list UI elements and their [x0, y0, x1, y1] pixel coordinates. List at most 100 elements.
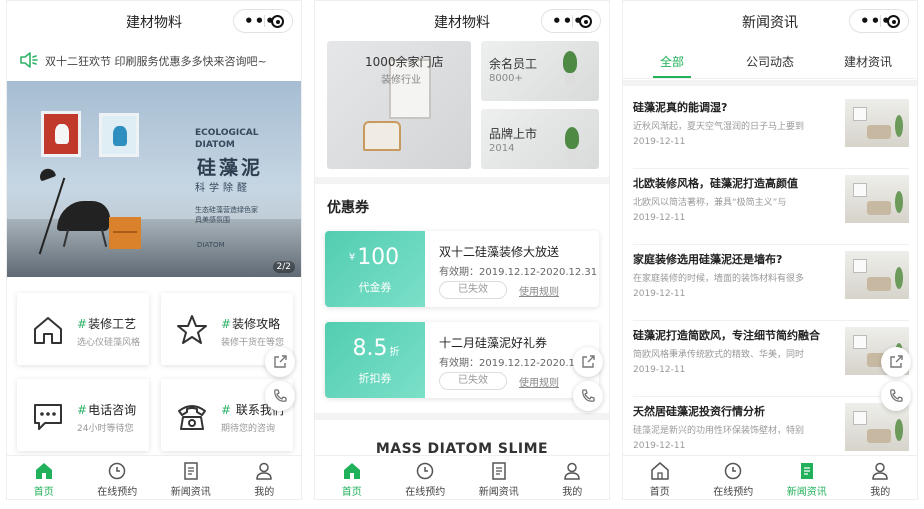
- close-miniprogram-icon[interactable]: [271, 15, 284, 28]
- nav-bar: 建材物料 •••: [7, 1, 301, 41]
- coupon-status-button[interactable]: 已失效: [439, 281, 507, 299]
- tab-home[interactable]: 首页: [315, 456, 389, 499]
- tab-booking[interactable]: 在线预约: [389, 456, 463, 499]
- banner-carousel[interactable]: ECOLOGICAL DIATOM 硅藻泥 科学除醛 生态硅藻营造绿色家 具美感…: [7, 81, 301, 277]
- stat-card-listed[interactable]: 品牌上市 2014: [481, 109, 599, 169]
- banner-en-line2: DIATOM: [195, 140, 235, 150]
- home-icon: [343, 463, 360, 479]
- telephone-icon: [178, 405, 206, 430]
- coupon-suffix: 折: [389, 347, 400, 358]
- share-icon: [274, 355, 287, 368]
- news-screen: 新闻资讯 ••• 全部 公司动态 建材资讯 硅藻泥真的能调湿? 近秋风渐起，夏天…: [622, 0, 918, 500]
- news-date: 2019-12-11: [633, 213, 686, 223]
- tab-home[interactable]: 首页: [7, 456, 81, 499]
- nav-bar: 建材物料 •••: [315, 1, 609, 41]
- clock-icon: [109, 462, 126, 480]
- capsule-divider: [880, 15, 881, 27]
- stat-card-staff[interactable]: 余名员工 8000+: [481, 41, 599, 101]
- tab-news[interactable]: 新闻资讯: [154, 456, 228, 499]
- news-title: 天然居硅藻泥投资行情分析: [633, 405, 765, 418]
- tab-booking[interactable]: 在线预约: [81, 456, 155, 499]
- menu-decoration-craft[interactable]: #装修工艺 选心仪硅藻风格: [17, 293, 149, 365]
- close-miniprogram-icon[interactable]: [887, 15, 900, 28]
- close-miniprogram-icon[interactable]: [579, 15, 592, 28]
- stat-subtitle: 装修行业: [381, 75, 421, 86]
- news-category-tabs: 全部 公司动态 建材资讯: [623, 41, 917, 79]
- tab-news[interactable]: 新闻资讯: [462, 456, 536, 499]
- call-button[interactable]: [265, 381, 295, 411]
- tab-booking[interactable]: 在线预约: [697, 456, 771, 499]
- coupon-name: 双十二硅藻装修大放送: [439, 245, 560, 259]
- stat-subtitle: 2014: [489, 143, 515, 154]
- share-button[interactable]: [265, 347, 295, 377]
- menu-title: #电话咨询: [77, 403, 137, 417]
- tab-home[interactable]: 首页: [623, 456, 697, 499]
- speaker-icon: [20, 52, 38, 68]
- share-button[interactable]: [573, 347, 603, 377]
- tab-bar: 首页 在线预约 新闻资讯 我的: [315, 455, 609, 499]
- notice-bar[interactable]: 双十二狂欢节 印刷服务优惠多多快来咨询吧~: [7, 41, 301, 79]
- share-icon: [582, 355, 595, 368]
- call-button[interactable]: [881, 381, 911, 411]
- share-button[interactable]: [881, 347, 911, 377]
- tab-company-news[interactable]: 公司动态: [721, 41, 819, 78]
- user-icon: [872, 462, 889, 480]
- menu-phone-consult[interactable]: #电话咨询 24小时等待您: [17, 379, 149, 451]
- news-icon: [800, 463, 813, 479]
- news-summary: 在家庭装修的时候，墙面的装饰材料有很多: [633, 274, 805, 284]
- stat-title: 品牌上市: [489, 127, 538, 141]
- banner-en-title: ECOLOGICAL DIATOM: [195, 127, 259, 151]
- news-date: 2019-12-11: [633, 137, 686, 147]
- tab-label: 新闻资讯: [786, 487, 827, 498]
- user-icon: [256, 462, 273, 480]
- news-item[interactable]: 硅藻泥打造简欧风，专注细节简约融合 简欧风格秉承传统欧式的精致、华美，同时 20…: [633, 321, 909, 397]
- coupon-card[interactable]: ¥100 代金券 双十二硅藻装修大放送 有效期：2019.12.12-2020.…: [325, 231, 599, 307]
- news-item[interactable]: 家庭装修选用硅藻泥还是墙布? 在家庭装修的时候，墙面的装饰材料有很多 2019-…: [633, 245, 909, 321]
- stat-subtitle: 8000+: [489, 73, 523, 84]
- phone-icon: [274, 389, 287, 402]
- tab-label: 首页: [649, 487, 670, 498]
- coupon-amount-value: 100: [357, 245, 400, 270]
- nav-bar: 新闻资讯 •••: [623, 1, 917, 41]
- tab-news[interactable]: 新闻资讯: [770, 456, 844, 499]
- tab-label: 新闻资讯: [478, 487, 519, 498]
- news-item[interactable]: 北欧装修风格，硅藻泥打造高颜值 北欧风以简洁著称，兼具“极简主义”与 2019-…: [633, 169, 909, 245]
- capsule-divider: [264, 15, 265, 27]
- floor-lamp: [37, 166, 57, 182]
- news-title: 硅藻泥打造简欧风，专注细节简约融合: [633, 329, 820, 342]
- stat-card-stores[interactable]: 1000余家门店 装修行业: [327, 41, 471, 169]
- coupon-rules-link[interactable]: 使用规则: [519, 283, 559, 298]
- tab-material-news[interactable]: 建材资讯: [819, 41, 917, 78]
- news-item[interactable]: 硅藻泥真的能调湿? 近秋风渐起，夏天空气湿润的日子马上要到 2019-12-11: [633, 93, 909, 169]
- section-divider: [623, 80, 917, 86]
- banner-pager: 2/2: [272, 261, 295, 273]
- tab-mine[interactable]: 我的: [844, 456, 918, 499]
- news-icon: [492, 462, 506, 480]
- coupon-rules-link[interactable]: 使用规则: [519, 374, 559, 389]
- capsule-menu[interactable]: •••: [541, 9, 601, 33]
- tab-label: 新闻资讯: [170, 487, 211, 498]
- clock-icon: [725, 462, 742, 480]
- coupon-status-button[interactable]: 已失效: [439, 372, 507, 390]
- tab-label: 在线预约: [405, 487, 446, 498]
- banner-subtitle: 科学除醛: [195, 183, 251, 194]
- tab-label: 在线预约: [97, 487, 138, 498]
- tab-label: 我的: [562, 487, 583, 498]
- coupon-kind: 代金券: [358, 281, 392, 294]
- chat-icon: [34, 404, 62, 430]
- news-thumbnail: [845, 251, 909, 299]
- tab-all[interactable]: 全部: [623, 41, 721, 78]
- home-icon: [651, 462, 669, 480]
- tab-mine[interactable]: 我的: [536, 456, 610, 499]
- tab-mine[interactable]: 我的: [228, 456, 302, 499]
- call-button[interactable]: [573, 381, 603, 411]
- news-title: 硅藻泥真的能调湿?: [633, 101, 728, 114]
- news-date: 2019-12-11: [633, 441, 686, 451]
- news-title: 家庭装修选用硅藻泥还是墙布?: [633, 253, 783, 266]
- coupon-card[interactable]: 8.5 折 折扣券 十二月硅藻泥好礼券 有效期：2019.12.12-2020.1…: [325, 322, 599, 398]
- capsule-menu[interactable]: •••: [233, 9, 293, 33]
- stat-title: 1000余家门店: [365, 55, 444, 69]
- news-thumbnail: [845, 99, 909, 147]
- menu-title-text: 装修攻略: [232, 317, 281, 331]
- capsule-menu[interactable]: •••: [849, 9, 909, 33]
